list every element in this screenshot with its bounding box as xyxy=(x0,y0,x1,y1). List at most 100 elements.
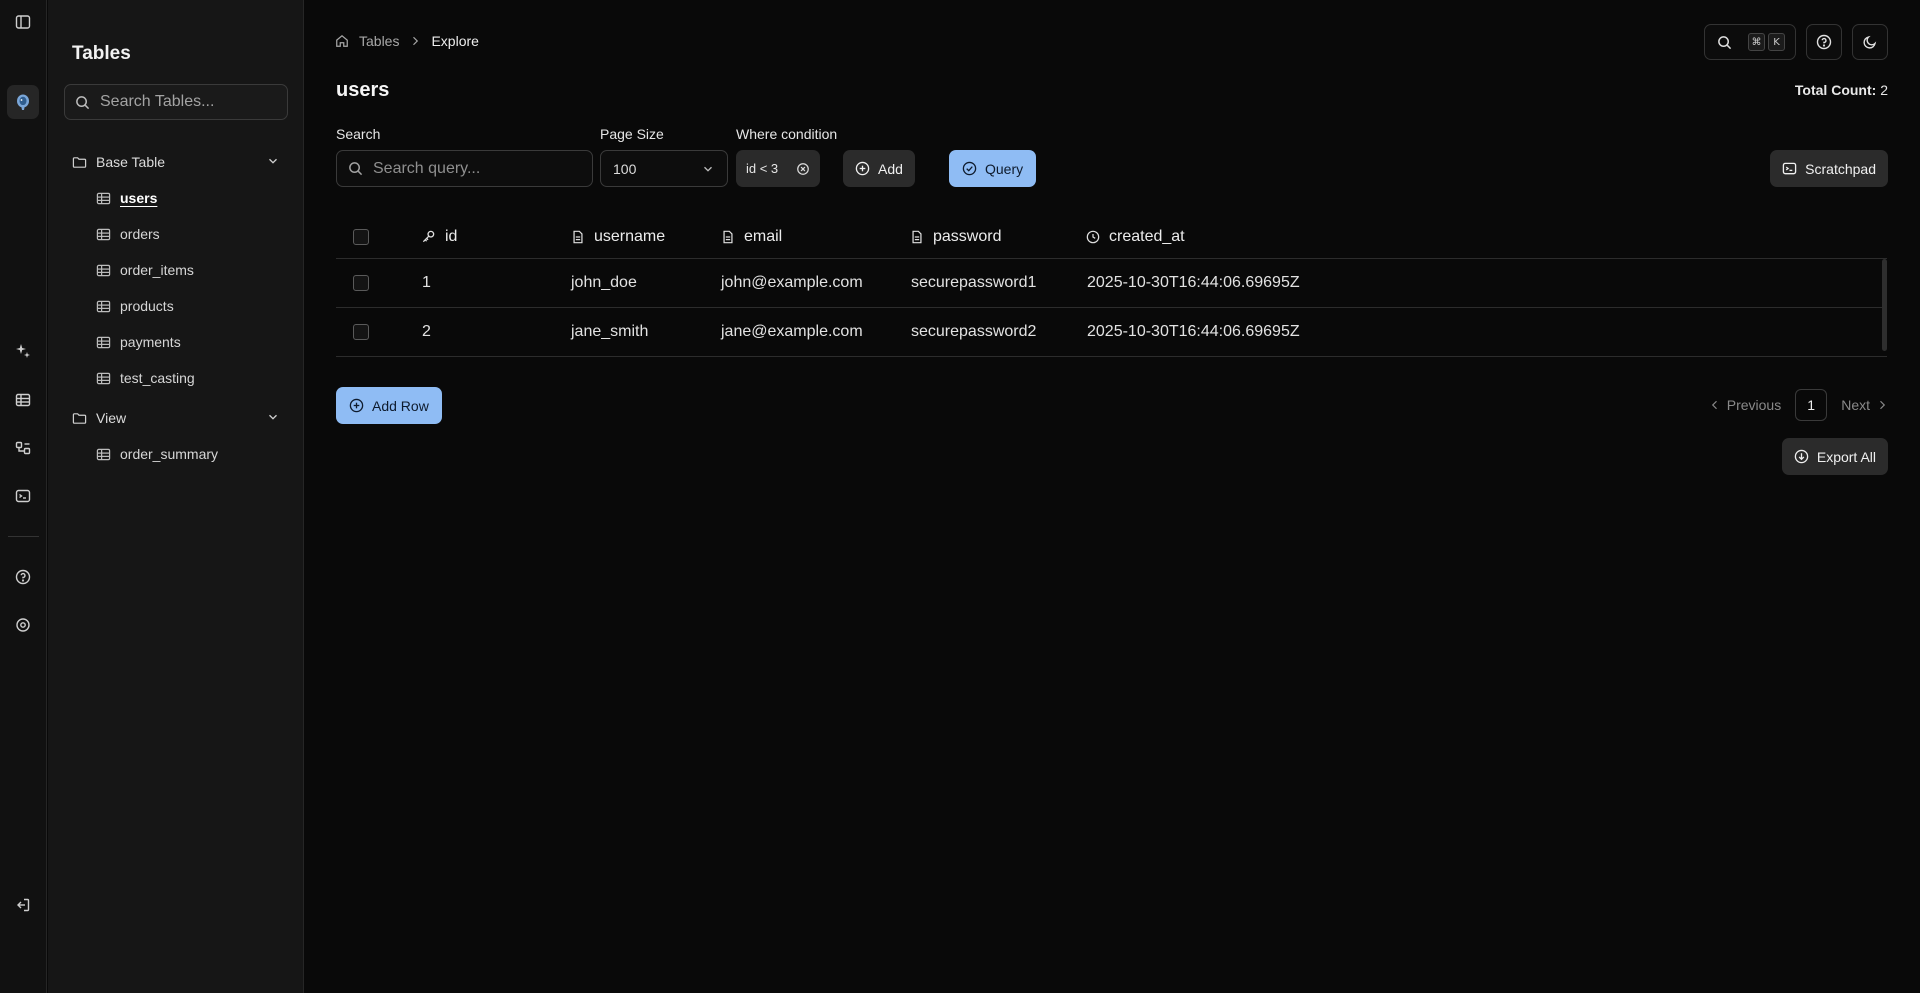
kbd-modifier: ⌘ xyxy=(1748,33,1765,51)
where-condition-label: Where condition xyxy=(736,126,838,142)
folder-icon xyxy=(72,156,87,168)
next-page-button[interactable]: Next xyxy=(1841,397,1888,413)
cell-created-at[interactable]: 2025-10-30T16:44:06.69695Z xyxy=(1087,308,1300,356)
remove-condition-icon[interactable] xyxy=(796,162,810,176)
help-icon xyxy=(1816,34,1832,50)
sidebar-item-products[interactable]: products xyxy=(96,294,174,318)
column-header-username[interactable]: username xyxy=(571,214,665,259)
settings-gear-icon[interactable] xyxy=(8,610,38,640)
cell-email[interactable]: jane@example.com xyxy=(721,308,863,356)
table-icon xyxy=(96,300,111,312)
cell-email[interactable]: john@example.com xyxy=(721,259,863,307)
query-button[interactable]: Query xyxy=(949,150,1037,187)
scratchpad-label: Scratchpad xyxy=(1805,160,1876,177)
tree-group-view[interactable]: View xyxy=(72,406,280,430)
table-row[interactable]: 2 jane_smith jane@example.com securepass… xyxy=(336,308,1887,357)
sidebar-item-users[interactable]: users xyxy=(96,186,157,210)
table-scrollbar[interactable] xyxy=(1882,259,1887,351)
terminal-icon[interactable] xyxy=(8,481,38,511)
row-checkbox[interactable] xyxy=(353,275,369,291)
tree-group-label: Base Table xyxy=(96,154,166,170)
cell-password[interactable]: securepassword1 xyxy=(911,259,1036,307)
help-button[interactable] xyxy=(1806,24,1842,60)
chevron-down-icon xyxy=(704,166,712,172)
search-icon xyxy=(349,162,363,176)
cell-password[interactable]: securepassword2 xyxy=(911,308,1036,356)
sidebar-item-orders[interactable]: orders xyxy=(96,222,160,246)
kbd-key: K xyxy=(1768,33,1785,51)
row-checkbox[interactable] xyxy=(353,324,369,340)
logout-icon[interactable] xyxy=(8,890,38,920)
column-header-label: id xyxy=(445,227,458,245)
chevron-down-icon[interactable] xyxy=(266,410,280,424)
column-header-label: password xyxy=(933,227,1002,245)
sidebar-item-label: test_casting xyxy=(120,370,195,386)
query-search-field[interactable] xyxy=(336,150,593,187)
clock-icon xyxy=(1086,230,1100,243)
command-search-button[interactable]: ⌘ K xyxy=(1704,24,1796,60)
chevron-down-icon[interactable] xyxy=(266,154,280,168)
column-header-id[interactable]: id xyxy=(421,214,457,259)
select-all-checkbox[interactable] xyxy=(353,228,369,245)
sidebar-item-label: order_summary xyxy=(120,446,219,462)
plus-circle-icon xyxy=(855,161,870,176)
sidebar-item-label: orders xyxy=(120,226,160,242)
plus-circle-icon xyxy=(349,398,364,413)
query-label: Query xyxy=(985,160,1024,177)
tree-group-base-table[interactable]: Base Table xyxy=(72,150,280,174)
sidebar-search-input[interactable] xyxy=(100,93,280,111)
table-icon xyxy=(96,448,111,460)
folder-icon xyxy=(72,412,87,424)
add-row-label: Add Row xyxy=(372,397,429,414)
chevron-left-icon xyxy=(1711,400,1717,410)
export-all-button[interactable]: Export All xyxy=(1781,438,1888,475)
sidebar-item-order-summary[interactable]: order_summary xyxy=(96,442,218,466)
tables-icon[interactable] xyxy=(8,385,38,415)
row-checkbox-cell xyxy=(353,259,369,307)
sidebar-item-payments[interactable]: payments xyxy=(96,330,181,354)
page-size-select[interactable]: 100 xyxy=(600,150,728,187)
icon-rail xyxy=(0,0,47,993)
sidebar-item-order-items[interactable]: order_items xyxy=(96,258,194,282)
cell-username[interactable]: jane_smith xyxy=(571,308,648,356)
tables-sidebar: Tables Base Table users orders order_ite… xyxy=(48,0,304,993)
sidebar-search[interactable] xyxy=(64,84,288,120)
previous-page-button[interactable]: Previous xyxy=(1709,397,1781,413)
where-condition-text: id < 3 xyxy=(746,161,779,176)
cell-id[interactable]: 1 xyxy=(422,259,431,307)
table-icon xyxy=(96,372,111,384)
scratchpad-button[interactable]: Scratchpad xyxy=(1770,150,1888,187)
column-header-email[interactable]: email xyxy=(721,214,782,259)
table-icon xyxy=(96,336,111,348)
total-count: Total Count: 2 xyxy=(1795,82,1888,98)
schema-diagram-icon[interactable] xyxy=(8,433,38,463)
previous-label: Previous xyxy=(1726,397,1782,413)
toggle-sidebar-icon[interactable] xyxy=(8,7,38,37)
help-icon[interactable] xyxy=(8,562,38,592)
cell-id[interactable]: 2 xyxy=(422,308,431,356)
table-icon xyxy=(96,264,111,276)
add-condition-label: Add xyxy=(878,160,903,177)
page-number-button[interactable]: 1 xyxy=(1795,389,1828,421)
row-checkbox-cell xyxy=(353,308,369,356)
column-header-label: username xyxy=(594,227,666,245)
breadcrumb-tables-link[interactable]: Tables xyxy=(359,33,399,49)
cell-created-at[interactable]: 2025-10-30T16:44:06.69695Z xyxy=(1087,259,1300,307)
breadcrumb-current: Explore xyxy=(431,33,479,49)
sidebar-item-label: products xyxy=(120,298,174,314)
column-header-password[interactable]: password xyxy=(910,214,1001,259)
export-all-label: Export All xyxy=(1816,448,1876,465)
sidebar-item-test-casting[interactable]: test_casting xyxy=(96,366,195,390)
add-row-button[interactable]: Add Row xyxy=(336,387,442,424)
where-condition-chip[interactable]: id < 3 xyxy=(736,150,821,187)
table-row[interactable]: 1 john_doe john@example.com securepasswo… xyxy=(336,259,1887,308)
cell-username[interactable]: john_doe xyxy=(571,259,637,307)
ai-sparkles-icon[interactable] xyxy=(8,336,38,366)
home-icon[interactable] xyxy=(335,34,349,48)
theme-toggle-button[interactable] xyxy=(1852,24,1888,60)
postgres-logo-icon[interactable] xyxy=(7,85,39,119)
total-count-value: 2 xyxy=(1880,82,1888,98)
query-search-input[interactable] xyxy=(373,159,583,178)
add-condition-button[interactable]: Add xyxy=(843,150,915,187)
column-header-created-at[interactable]: created_at xyxy=(1086,214,1185,259)
